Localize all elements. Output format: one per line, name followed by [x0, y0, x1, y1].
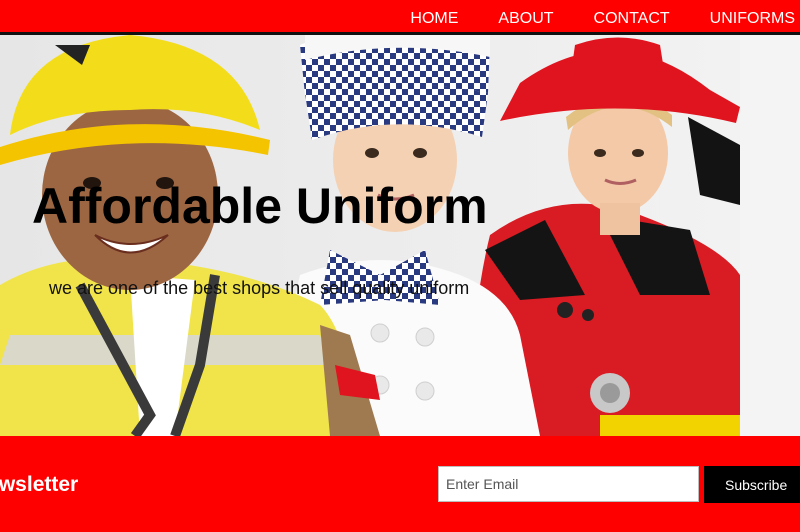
newsletter-title: Newsletter [0, 473, 79, 496]
page: HOME ABOUT CONTACT UNIFORMS Affordable U… [0, 0, 800, 532]
subscribe-button[interactable]: Subscribe [704, 466, 800, 503]
email-input[interactable] [438, 466, 699, 502]
nav-item-contact[interactable]: CONTACT [574, 0, 690, 38]
hero-photo-kids-in-uniforms [0, 35, 740, 436]
nav-item-uniforms[interactable]: UNIFORMS [690, 0, 800, 38]
hero-side-gutter [740, 35, 800, 436]
nav-item-about[interactable]: ABOUT [478, 0, 573, 38]
nav-item-home[interactable]: HOME [390, 0, 478, 38]
hero-tagline: we are one of the best shops that sell q… [49, 278, 470, 298]
hero-title: Affordable Uniform [32, 178, 488, 234]
nav-list: HOME ABOUT CONTACT UNIFORMS [390, 0, 800, 38]
newsletter-band: Newsletter Subscribe [0, 436, 800, 532]
hero-banner: Affordable Uniform we are one of the bes… [0, 35, 740, 436]
top-nav: HOME ABOUT CONTACT UNIFORMS [0, 0, 800, 35]
